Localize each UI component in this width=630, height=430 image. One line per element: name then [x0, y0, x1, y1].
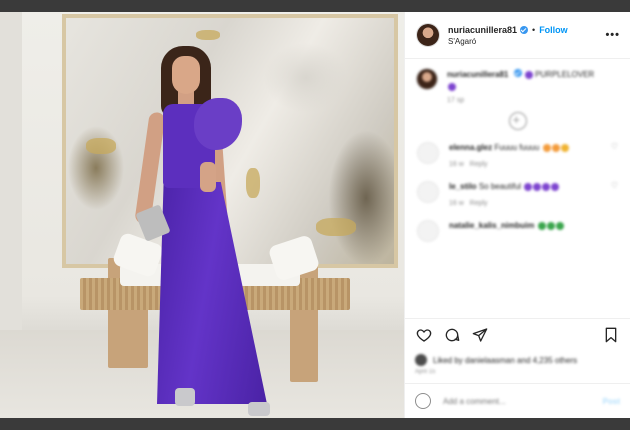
emoji-picker-icon[interactable] — [415, 393, 431, 409]
like-comment-heart-icon[interactable]: ♡ — [611, 142, 618, 151]
shoe-left — [175, 388, 195, 406]
post-comment-button[interactable]: Post — [603, 397, 620, 406]
emoji-icon — [555, 221, 564, 230]
caption-avatar[interactable] — [417, 69, 437, 89]
comment-icon[interactable] — [443, 326, 461, 344]
post-date: April 15 — [415, 369, 436, 375]
post-location[interactable]: S'Agaró — [448, 37, 568, 46]
post-header: nuriacunillera81 • Follow S'Agaró ••• — [405, 12, 630, 59]
author-info: nuriacunillera81 • Follow S'Agaró — [448, 25, 568, 46]
post-actions — [405, 318, 630, 351]
comment-item: le_stilo So beautiful 16 w Reply ♡ — [417, 181, 618, 210]
comment-username[interactable]: natalie_kalis_nimbuim — [449, 221, 534, 230]
caption-username[interactable]: nuriacunillera81 — [447, 70, 508, 79]
purple-heart-icon — [524, 70, 533, 79]
comment-input[interactable] — [441, 395, 565, 407]
caption-text: PURPLELOVER — [535, 70, 595, 79]
caption-time: 17 sp — [447, 97, 465, 104]
emoji-icon — [560, 143, 569, 152]
post-sidebar: nuriacunillera81 • Follow S'Agaró ••• nu… — [404, 12, 630, 418]
verified-icon — [513, 69, 522, 77]
likes-summary[interactable]: Liked by danielaasman and 4,235 others — [405, 351, 630, 369]
comment-username[interactable]: le_stilo — [449, 182, 477, 191]
commenter-avatar[interactable] — [417, 181, 439, 203]
comments-list: nuriacunillera81 PURPLELOVER 17 sp elenn… — [405, 59, 630, 318]
dress-cutout — [200, 162, 216, 192]
follow-button[interactable]: Follow — [539, 25, 568, 35]
comment-text: So beautiful — [478, 182, 522, 191]
bookmark-icon[interactable] — [602, 326, 620, 344]
like-comment-heart-icon[interactable]: ♡ — [611, 181, 618, 190]
purple-heart-icon — [448, 82, 456, 91]
left-wall — [0, 12, 22, 338]
commenter-avatar[interactable] — [417, 220, 439, 242]
likes-text[interactable]: Liked by danielaasman and 4,235 others — [433, 356, 577, 365]
post-photo — [0, 12, 404, 418]
comment-item: natalie_kalis_nimbuim — [417, 220, 618, 242]
post-modal: nuriacunillera81 • Follow S'Agaró ••• nu… — [0, 12, 630, 418]
comment-time: 16 w — [449, 161, 464, 168]
comment-time: 16 w — [449, 200, 464, 207]
comment-text: Fuuuu fuuuu — [494, 143, 540, 152]
caption: nuriacunillera81 PURPLELOVER — [417, 69, 618, 93]
purple-heart-icon — [551, 182, 560, 191]
liker-avatar[interactable] — [415, 354, 427, 366]
emoji-icon — [542, 143, 551, 152]
purple-heart-icon — [524, 182, 533, 191]
author-username[interactable]: nuriacunillera81 — [448, 25, 517, 35]
add-comment-bar: Post — [405, 383, 630, 418]
verified-icon — [520, 25, 529, 34]
separator-dot: • — [532, 24, 536, 35]
author-avatar[interactable] — [417, 24, 439, 46]
heart-icon[interactable] — [415, 326, 433, 344]
emoji-icon — [537, 221, 546, 230]
purple-heart-icon — [533, 182, 542, 191]
reply-button[interactable]: Reply — [470, 200, 488, 207]
purple-heart-icon — [542, 182, 551, 191]
woman-face — [172, 56, 200, 94]
load-more-comments-icon[interactable] — [508, 112, 527, 130]
comment-username[interactable]: elenna.glez — [449, 143, 492, 152]
commenter-avatar[interactable] — [417, 142, 439, 164]
reply-button[interactable]: Reply — [470, 161, 488, 168]
emoji-icon — [546, 221, 555, 230]
shoe-right — [248, 402, 270, 416]
more-options-icon[interactable]: ••• — [605, 29, 620, 41]
blurred-comments: nuriacunillera81 PURPLELOVER 17 sp elenn… — [417, 69, 618, 242]
share-icon[interactable] — [471, 326, 489, 344]
comment-item: elenna.glez Fuuuu fuuuu 16 w Reply ♡ — [417, 142, 618, 171]
emoji-icon — [551, 143, 560, 152]
